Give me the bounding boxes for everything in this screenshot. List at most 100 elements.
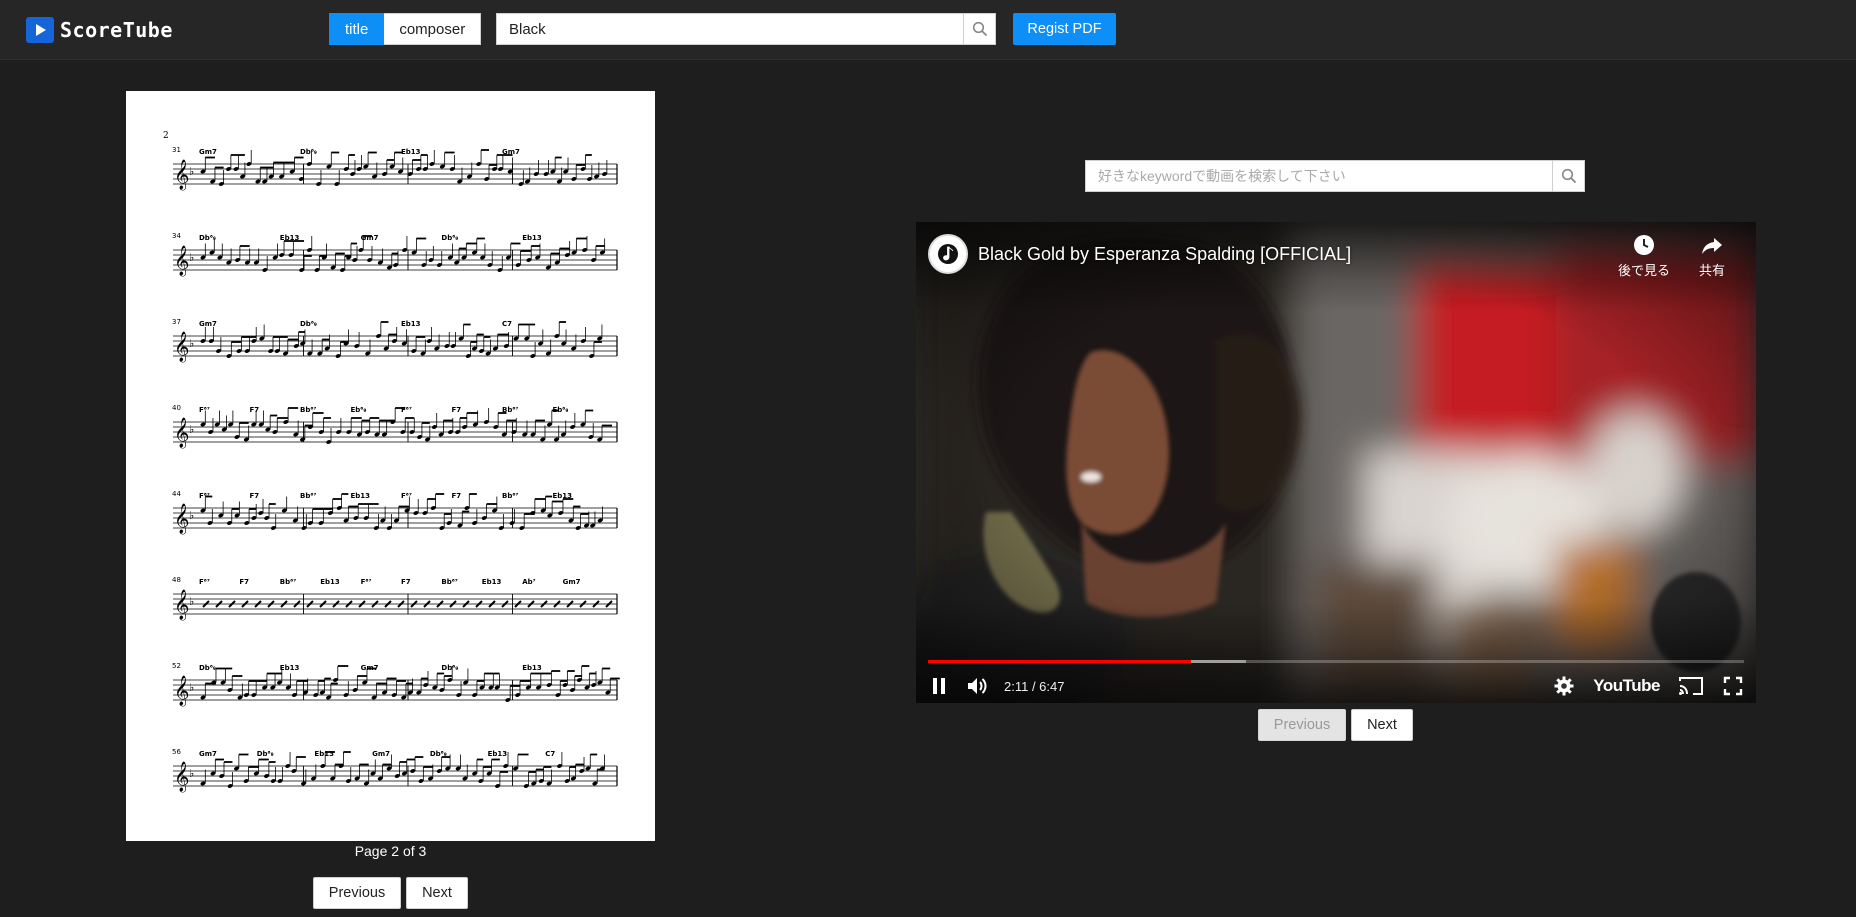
video-title-row: Black Gold by Esperanza Spalding [OFFICI… [928, 234, 1351, 274]
measure-number: 52 [172, 662, 181, 670]
chord-symbol: Bb⁶⁷ [280, 578, 296, 586]
measure-number: 31 [172, 146, 181, 154]
volume-button[interactable] [966, 675, 990, 697]
chord-symbol: Eb13 [320, 578, 340, 586]
fullscreen-icon [1723, 676, 1743, 696]
chord-symbol: Db⁶₉ [199, 234, 216, 242]
treble-clef: 𝄞 [174, 761, 189, 793]
score-search-input[interactable]: Black [496, 13, 964, 45]
treble-clef: 𝄞 [174, 503, 189, 535]
app-logo[interactable]: ScoreTube [26, 16, 173, 44]
chord-symbol: Eb13 [401, 320, 421, 328]
video-player[interactable]: Black Gold by Esperanza Spalding [OFFICI… [916, 222, 1756, 703]
chord-symbol: Bb⁶⁷ [300, 492, 316, 500]
search-mode-toggle: title composer [329, 13, 482, 45]
sheet-music-image: 231𝄞 ♭Gm7 Db⁶₉ Eb13 Gm734𝄞 ♭Db⁶₉ Eb13 Gm7 Db⁶₉ Eb… [163, 131, 620, 793]
chord-symbol: Eb13 [522, 664, 542, 672]
chord-symbol: Bb⁶⁷ [502, 492, 518, 500]
mode-title-button[interactable]: title [329, 13, 385, 45]
chord-symbol: C7 [545, 750, 555, 758]
controls-right: YouTube [1553, 675, 1744, 697]
chord-symbol: Db⁶₉ [199, 664, 216, 672]
sheet-page-number: 2 [163, 131, 169, 141]
chord-symbol: Db⁶₉ [300, 320, 317, 328]
measure-number: 37 [172, 318, 181, 326]
volume-icon [968, 678, 987, 694]
measure-number: 44 [172, 490, 181, 498]
chord-symbol: Db⁶₉ [300, 148, 317, 156]
share-icon [1702, 238, 1722, 254]
chord-symbol: Gm7 [199, 320, 217, 328]
chord-symbol: F7 [452, 406, 462, 414]
score-system: 37 𝄞 ♭ Gm7 Db⁶₉ Eb13 C7 [172, 318, 618, 363]
score-sheet: 2 31 𝄞 ♭ Gm7 Db⁶₉ Eb13 Gm7 34 𝄞 ♭ Db⁶₉ Eb13 Gm7 Db⁶₉ Eb… [126, 91, 655, 841]
chord-symbol: Gm7 [563, 578, 581, 586]
measure-number: 56 [172, 748, 181, 756]
treble-clef: 𝄞 [174, 159, 189, 191]
chord-symbol: Eb13 [401, 148, 421, 156]
mode-composer-button[interactable]: composer [384, 13, 482, 45]
watch-later-button[interactable]: 後で見る [1610, 234, 1678, 279]
chord-symbol: Gm7 [199, 750, 217, 758]
video-previous-button[interactable]: Previous [1258, 709, 1346, 741]
chord-symbol: Ab⁷ [522, 578, 536, 586]
chord-symbol: F7 [401, 578, 411, 586]
video-title[interactable]: Black Gold by Esperanza Spalding [OFFICI… [978, 244, 1351, 265]
treble-clef: 𝄞 [174, 331, 189, 363]
chord-symbol: Eb⁶₉ [351, 406, 367, 414]
score-system: 48 𝄞 ♭ F⁶⁷ F7 Bb⁶⁷ Eb13 F⁶⁷ F7 Bb⁶⁷ Eb13 Ab⁷ Gm7 [172, 576, 618, 621]
top-bar: ScoreTube title composer Black Regist PD… [0, 0, 1856, 60]
share-label: 共有 [1698, 263, 1725, 278]
chord-symbol: F⁶⁷ [199, 578, 210, 586]
chord-symbol: Eb13 [522, 234, 542, 242]
video-search-input[interactable]: 好きなkeywordで動画を検索して下さい [1085, 160, 1553, 192]
play-logo-icon [26, 17, 54, 43]
cast-button[interactable] [1678, 675, 1704, 697]
pause-icon [933, 678, 945, 694]
svg-text:♭: ♭ [189, 681, 194, 694]
regist-pdf-button[interactable]: Regist PDF [1013, 13, 1116, 45]
video-progress-bar[interactable] [928, 660, 1744, 663]
chord-symbol: F⁶⁷ [361, 578, 372, 586]
share-button[interactable]: 共有 [1692, 234, 1732, 279]
score-system: 56𝄞 ♭Gm7 Db⁶₉ Eb13 Gm7 Db⁶₉ Eb13 C7 [172, 748, 618, 793]
score-system: 52𝄞♭Db⁶₉Eb13Gm7Db⁶₉Eb13 [172, 662, 620, 707]
score-next-button[interactable]: Next [406, 877, 468, 909]
settings-button[interactable] [1553, 675, 1575, 697]
watch-later-label: 後で見る [1617, 263, 1670, 278]
video-controls: 2:11 / 6:47 YouTube [928, 672, 1744, 700]
chord-symbol: F7 [452, 492, 462, 500]
score-previous-button[interactable]: Previous [313, 877, 401, 909]
youtube-logo[interactable]: YouTube [1593, 676, 1660, 696]
chord-symbol: Gm7 [199, 148, 217, 156]
video-search: 好きなkeywordで動画を検索して下さい [1085, 160, 1585, 192]
app-name: ScoreTube [60, 18, 173, 42]
treble-clef: 𝄞 [174, 675, 189, 707]
chord-symbol: Db⁶₉ [441, 664, 458, 672]
gear-icon [1554, 676, 1574, 696]
video-next-button[interactable]: Next [1351, 709, 1413, 741]
treble-clef: 𝄞 [174, 417, 189, 449]
score-search: Black [496, 13, 996, 45]
pause-button[interactable] [928, 675, 950, 697]
chord-symbol: F7 [250, 406, 260, 414]
measure-number: 34 [172, 232, 181, 240]
chord-symbol: F7 [239, 578, 249, 586]
fullscreen-button[interactable] [1722, 675, 1744, 697]
svg-text:♭: ♭ [189, 251, 194, 264]
chord-symbol: Db⁶₉ [441, 234, 458, 242]
svg-text:♭: ♭ [189, 165, 194, 178]
chord-symbol: Db⁶₉ [257, 750, 274, 758]
page-indicator: Page 2 of 3 [354, 843, 427, 859]
cast-icon [1679, 677, 1703, 695]
chord-symbol: Gm7 [372, 750, 390, 758]
channel-note-icon[interactable] [928, 234, 968, 274]
treble-clef: 𝄞 [174, 589, 189, 621]
chord-symbol: F7 [250, 492, 260, 500]
video-search-button[interactable] [1553, 160, 1585, 192]
score-system: 40𝄞 ♭F⁶⁷ F7 Bb⁶⁷ Eb⁶₉ F⁶⁷ F7 Bb⁶⁷ Eb⁶₉ [172, 404, 618, 449]
search-icon [1561, 168, 1576, 184]
chord-symbol: F⁶⁷ [199, 406, 210, 414]
score-search-button[interactable] [964, 13, 996, 45]
score-system: 44𝄞 ♭F⁶⁷ F7 Bb⁶⁷ Eb13 F⁶⁷ F7 Bb⁶⁷ Eb13 [172, 490, 618, 535]
